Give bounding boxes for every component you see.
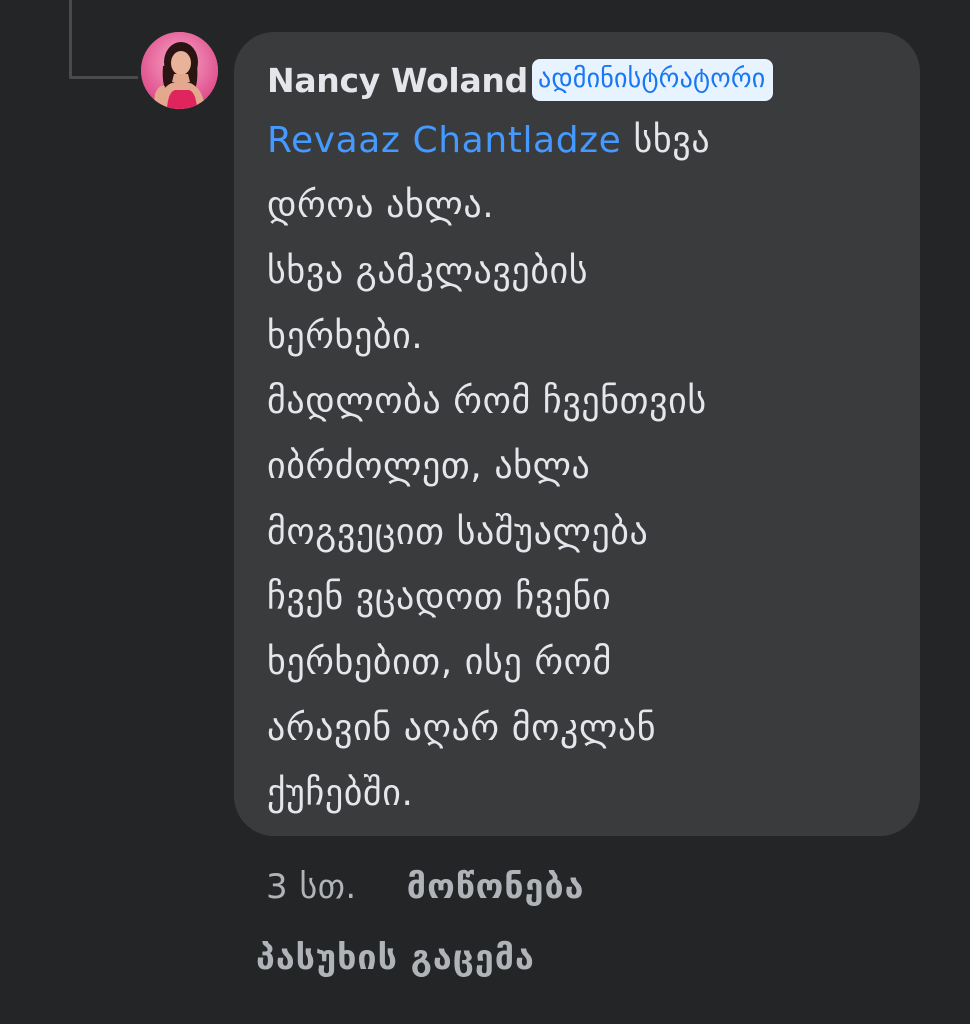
like-button[interactable]: მოწონება — [407, 867, 585, 907]
reply-thread-connector — [69, 0, 138, 79]
reply-button[interactable]: პასუხის გაცემა — [256, 938, 535, 978]
comment-text: სხვა დროა ახლა. სხვა გამკლავების ხერხები… — [267, 120, 711, 814]
profile-photo-icon — [141, 32, 218, 109]
comment-header: Nancy Woland ადმინისტრატორი — [267, 58, 888, 102]
comment-bubble: Nancy Woland ადმინისტრატორი Revaaz Chant… — [234, 32, 920, 836]
author-name[interactable]: Nancy Woland — [267, 61, 528, 100]
comment-timestamp[interactable]: 3 სთ. — [266, 867, 357, 907]
mention-link[interactable]: Revaaz Chantladze — [267, 120, 621, 161]
avatar[interactable] — [141, 32, 218, 109]
admin-badge: ადმინისტრატორი — [531, 59, 774, 101]
comment-actions: 3 სთ. მოწონება — [266, 862, 584, 912]
comment-thread: Nancy Woland ადმინისტრატორი Revaaz Chant… — [0, 0, 970, 1024]
comment-body: Revaaz Chantladze სხვა დროა ახლა. სხვა გ… — [267, 108, 889, 826]
